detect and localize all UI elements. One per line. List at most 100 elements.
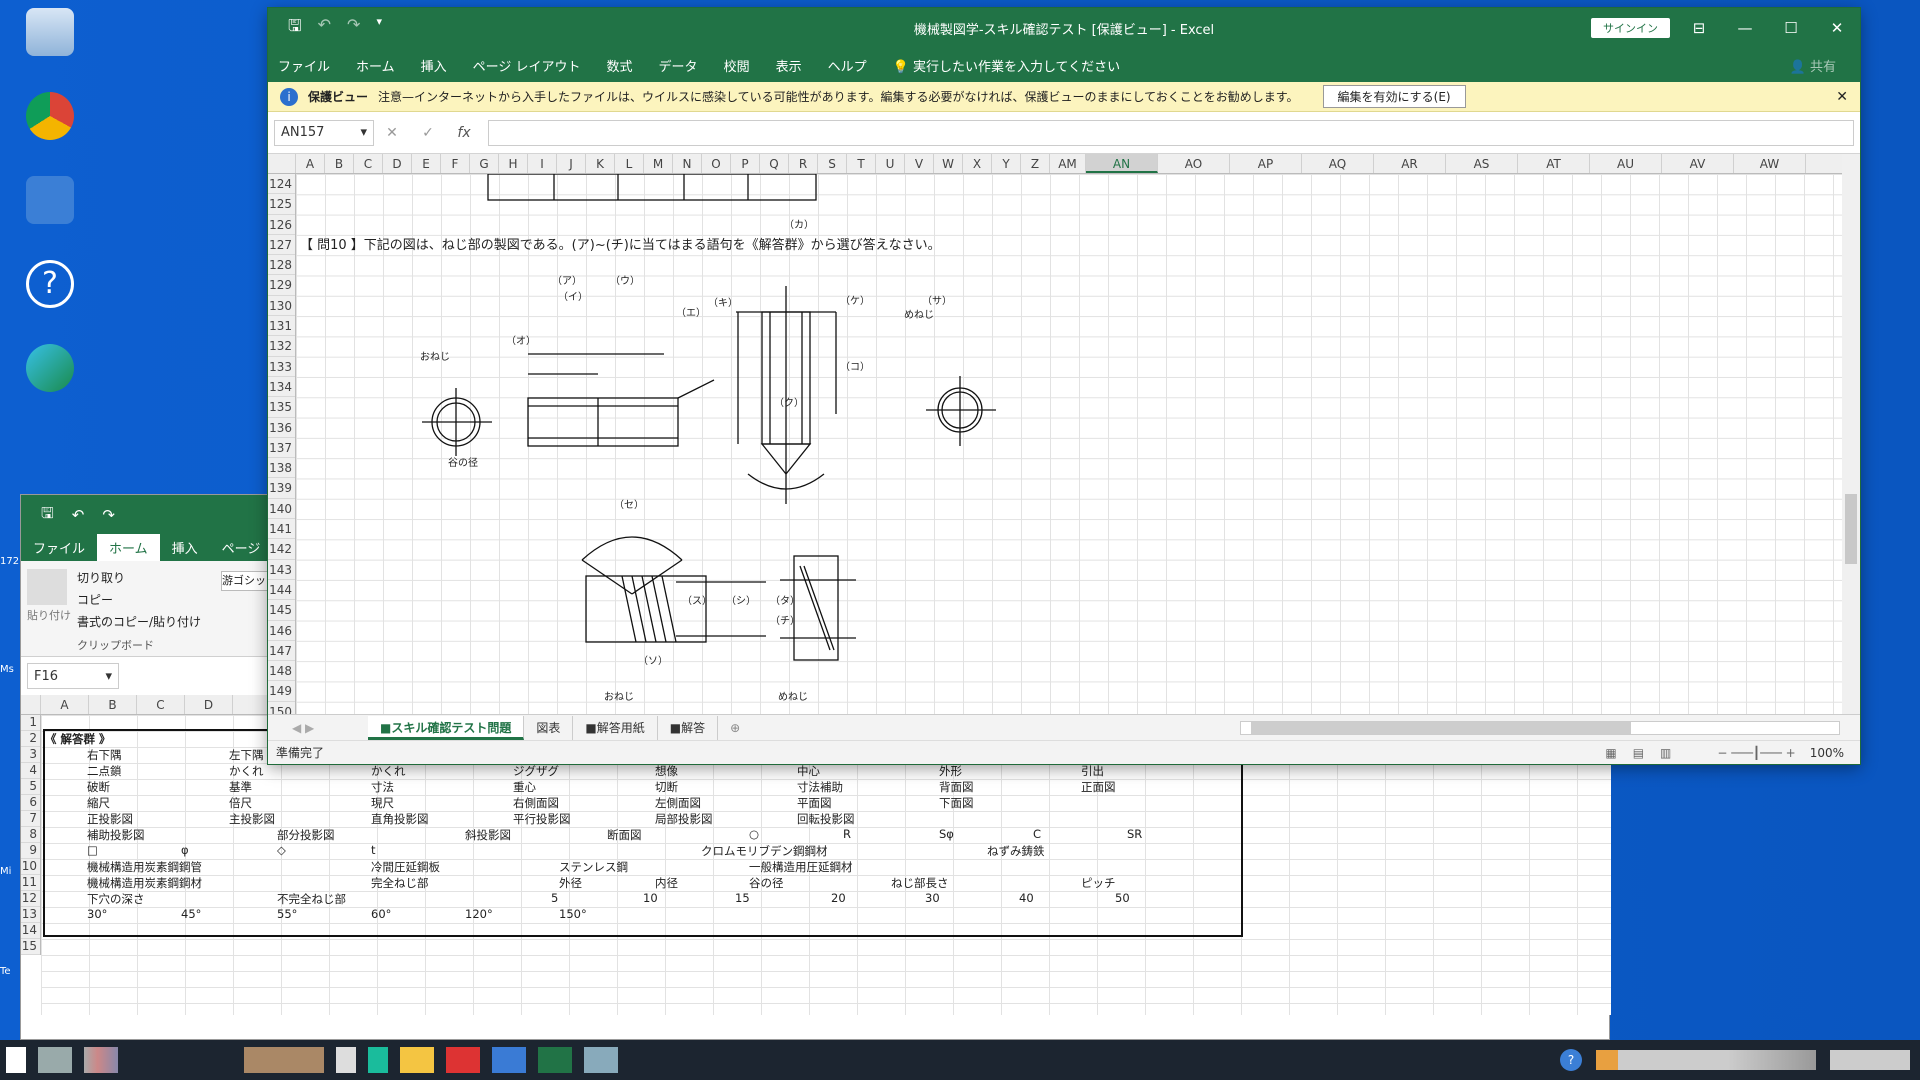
row-128[interactable]: 128 (268, 255, 295, 276)
horizontal-scrollbar[interactable] (1240, 720, 1840, 735)
taskbar-app-5[interactable] (492, 1047, 526, 1073)
column-K[interactable]: K (586, 154, 615, 173)
menu-home[interactable]: ホーム (356, 56, 395, 75)
close-button[interactable]: ✕ (1814, 8, 1860, 48)
column-J[interactable]: J (557, 154, 586, 173)
start-icon[interactable] (6, 1047, 26, 1073)
paste-icon[interactable] (27, 569, 67, 605)
hp-support-icon[interactable] (6, 176, 94, 226)
tab-answers[interactable]: ■解答 (658, 715, 719, 740)
column-F[interactable]: F (441, 154, 470, 173)
back-menu-insert[interactable]: 挿入 (160, 534, 210, 561)
share-button[interactable]: 👤 共有 (1790, 56, 1836, 75)
column-H[interactable]: H (499, 154, 528, 173)
menu-formulas[interactable]: 数式 (607, 56, 633, 75)
help-icon[interactable]: ? (6, 260, 94, 310)
column-U[interactable]: U (876, 154, 905, 173)
menu-view[interactable]: 表示 (776, 56, 802, 75)
row-145[interactable]: 145 (268, 600, 295, 621)
column-N[interactable]: N (673, 154, 702, 173)
menu-file[interactable]: ファイル (278, 56, 330, 75)
column-L[interactable]: L (615, 154, 644, 173)
insert-function-icon[interactable]: fx (446, 125, 482, 141)
format-painter-button[interactable]: 書式のコピー/貼り付け (77, 613, 201, 630)
column-AN[interactable]: AN (1086, 154, 1158, 173)
row-137[interactable]: 137 (268, 438, 295, 459)
search-icon[interactable] (38, 1047, 72, 1073)
enable-editing-button[interactable]: 編集を有効にする(E) (1322, 85, 1466, 108)
row-132[interactable]: 132 (268, 336, 295, 357)
row-133[interactable]: 133 (268, 357, 295, 377)
row-139[interactable]: 139 (268, 478, 295, 499)
taskbar-app-1[interactable] (244, 1047, 324, 1073)
tray-icons[interactable] (1596, 1050, 1816, 1070)
row-124[interactable]: 124 (268, 174, 295, 195)
column-M[interactable]: M (644, 154, 673, 173)
menu-data[interactable]: データ (659, 56, 698, 75)
column-AR[interactable]: AR (1374, 154, 1446, 173)
recycle-bin-icon[interactable] (6, 8, 94, 58)
row-147[interactable]: 147 (268, 641, 295, 662)
taskbar-app-2[interactable] (336, 1047, 356, 1073)
tab-skill-test[interactable]: ■スキル確認テスト問題 (368, 715, 525, 740)
row-144[interactable]: 144 (268, 580, 295, 601)
menu-insert[interactable]: 挿入 (421, 56, 447, 75)
menu-page-layout[interactable]: ページ レイアウト (473, 56, 581, 75)
undo-icon[interactable]: ↶ (318, 15, 331, 42)
column-S[interactable]: S (818, 154, 847, 173)
horizontal-scroll-thumb[interactable] (1251, 721, 1631, 734)
column-AQ[interactable]: AQ (1302, 154, 1374, 173)
column-AV[interactable]: AV (1662, 154, 1734, 173)
chrome-icon[interactable] (6, 92, 94, 142)
maximize-button[interactable]: ☐ (1768, 8, 1814, 48)
column-D[interactable]: D (383, 154, 412, 173)
redo-icon[interactable]: ↷ (347, 15, 360, 42)
column-R[interactable]: R (789, 154, 818, 173)
row-146[interactable]: 146 (268, 621, 295, 641)
row-135[interactable]: 135 (268, 397, 295, 418)
cancel-icon[interactable]: ✕ (374, 125, 410, 141)
tab-figures[interactable]: 図表 (524, 715, 574, 740)
column-AP[interactable]: AP (1230, 154, 1302, 173)
row-142[interactable]: 142 (268, 539, 295, 560)
column-Q[interactable]: Q (760, 154, 789, 173)
save-icon[interactable]: 🖫 (288, 15, 302, 42)
row-149[interactable]: 149 (268, 681, 295, 702)
undo-icon[interactable]: ↶ (72, 506, 85, 524)
column-V[interactable]: V (905, 154, 934, 173)
column-C[interactable]: C (354, 154, 383, 173)
excel-taskbar-icon[interactable] (538, 1047, 572, 1073)
taskbar-app-3[interactable] (368, 1047, 388, 1073)
row-148[interactable]: 148 (268, 661, 295, 682)
row-136[interactable]: 136 (268, 418, 295, 438)
zoom-slider[interactable]: − ───┃─── + (1717, 746, 1795, 760)
clock[interactable] (1830, 1050, 1910, 1070)
vertical-scrollbar[interactable] (1842, 154, 1860, 722)
back-name-box[interactable]: F16 ▾ (27, 663, 119, 689)
column-AT[interactable]: AT (1518, 154, 1590, 173)
column-AO[interactable]: AO (1158, 154, 1230, 173)
task-view-icon[interactable] (84, 1047, 118, 1073)
minimize-button[interactable]: — (1722, 8, 1768, 48)
name-box[interactable]: AN157 ▾ (274, 119, 374, 146)
row-140[interactable]: 140 (268, 499, 295, 520)
tell-me-search[interactable]: 💡 実行したい作業を入力してください (893, 56, 1121, 75)
row-130[interactable]: 130 (268, 296, 295, 317)
cut-button[interactable]: 切り取り (77, 569, 125, 586)
row-141[interactable]: 141 (268, 519, 295, 540)
help-tray-icon[interactable]: ? (1560, 1049, 1582, 1071)
save-icon[interactable]: 🖫 (41, 503, 54, 528)
formula-input[interactable] (488, 119, 1854, 146)
row-138[interactable]: 138 (268, 458, 295, 479)
close-bar-icon[interactable]: ✕ (1836, 89, 1848, 105)
column-G[interactable]: G (470, 154, 499, 173)
row-129[interactable]: 129 (268, 275, 295, 296)
customize-qat-icon[interactable]: ▾ (376, 15, 382, 42)
file-explorer-icon[interactable] (400, 1047, 434, 1073)
back-menu-home[interactable]: ホーム (97, 534, 160, 561)
column-Y[interactable]: Y (992, 154, 1021, 173)
column-AM[interactable]: AM (1050, 154, 1086, 173)
column-I[interactable]: I (528, 154, 557, 173)
paste-button[interactable]: 貼り付け (27, 607, 71, 623)
zoom-level[interactable]: 100% (1810, 746, 1844, 760)
